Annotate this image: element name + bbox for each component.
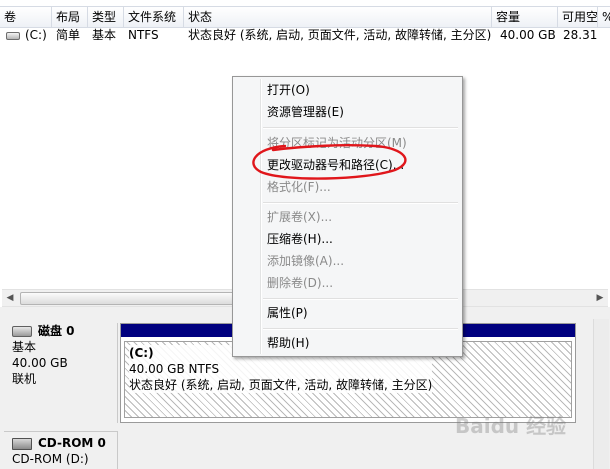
- cell-status: 状态良好 (系统, 启动, 页面文件, 活动, 故障转储, 主分区): [188, 28, 492, 42]
- context-menu: 打开(O) 资源管理器(E) 将分区标记为活动分区(M) 更改驱动器号和路径(C…: [232, 76, 463, 357]
- menu-item-change-drive-letter[interactable]: 更改驱动器号和路径(C)...: [267, 155, 404, 175]
- col-capacity[interactable]: 容量: [492, 7, 558, 27]
- scroll-left-icon[interactable]: ◀: [2, 290, 18, 306]
- menu-item-open[interactable]: 打开(O): [267, 80, 310, 100]
- cell-type: 基本: [92, 28, 117, 42]
- col-filesystem[interactable]: 文件系统: [124, 7, 184, 27]
- menu-separator: [263, 202, 458, 204]
- disk-0-kind: 基本: [12, 340, 37, 354]
- disk-0-label[interactable]: 磁盘 0 基本 40.00 GB 联机: [4, 323, 118, 423]
- cell-filesystem: NTFS: [128, 28, 159, 42]
- disk-0-title: 磁盘 0: [38, 324, 75, 338]
- menu-item-mark-active: 将分区标记为活动分区(M): [267, 136, 407, 150]
- cdrom-0-label[interactable]: CD-ROM 0 CD-ROM (D:): [4, 431, 118, 469]
- menu-item-help[interactable]: 帮助(H): [267, 333, 309, 353]
- col-free[interactable]: 可用空间: [558, 7, 598, 27]
- drive-icon: [6, 32, 20, 40]
- menu-item-shrink[interactable]: 压缩卷(H)...: [267, 229, 333, 249]
- disk-0-state: 联机: [12, 372, 37, 386]
- disk-0-size: 40.00 GB: [12, 356, 68, 370]
- menu-item-extend: 扩展卷(X)...: [267, 210, 333, 224]
- partition-status: 状态良好 (系统, 启动, 页面文件, 活动, 故障转储, 主分区): [129, 378, 433, 392]
- scroll-thumb[interactable]: [20, 292, 238, 305]
- col-percent[interactable]: %: [598, 7, 610, 27]
- cell-layout: 简单: [56, 28, 81, 42]
- col-status[interactable]: 状态: [184, 7, 492, 27]
- cell-capacity: 40.00 GB: [500, 28, 556, 42]
- partition-size-fs: 40.00 GB NTFS: [129, 362, 220, 376]
- menu-separator: [263, 328, 458, 330]
- menu-item-delete: 删除卷(D)...: [267, 276, 334, 290]
- hard-disk-icon: [12, 326, 32, 337]
- cdrom-0-title: CD-ROM 0: [38, 436, 106, 450]
- watermark-logo: Baidu 经验: [455, 414, 567, 438]
- menu-item-properties[interactable]: 属性(P): [267, 303, 308, 323]
- col-layout[interactable]: 布局: [52, 7, 88, 27]
- vertical-scrollbar[interactable]: [593, 319, 609, 469]
- col-volume[interactable]: 卷: [0, 7, 52, 27]
- menu-item-add-mirror: 添加镜像(A)...: [267, 254, 345, 268]
- menu-item-format: 格式化(F)...: [267, 180, 331, 194]
- cdrom-icon: [12, 437, 32, 450]
- menu-item-explorer[interactable]: 资源管理器(E): [267, 102, 344, 122]
- column-header-row: 卷 布局 类型 文件系统 状态 容量 可用空间 %: [0, 6, 610, 28]
- cell-volume: (C:): [25, 28, 47, 42]
- menu-separator: [263, 298, 458, 300]
- menu-separator: [263, 127, 458, 129]
- cdrom-0-kind: CD-ROM (D:): [12, 452, 89, 466]
- scroll-right-icon[interactable]: ▶: [592, 290, 608, 306]
- cell-free: 28.31: [563, 28, 598, 42]
- col-type[interactable]: 类型: [88, 7, 124, 27]
